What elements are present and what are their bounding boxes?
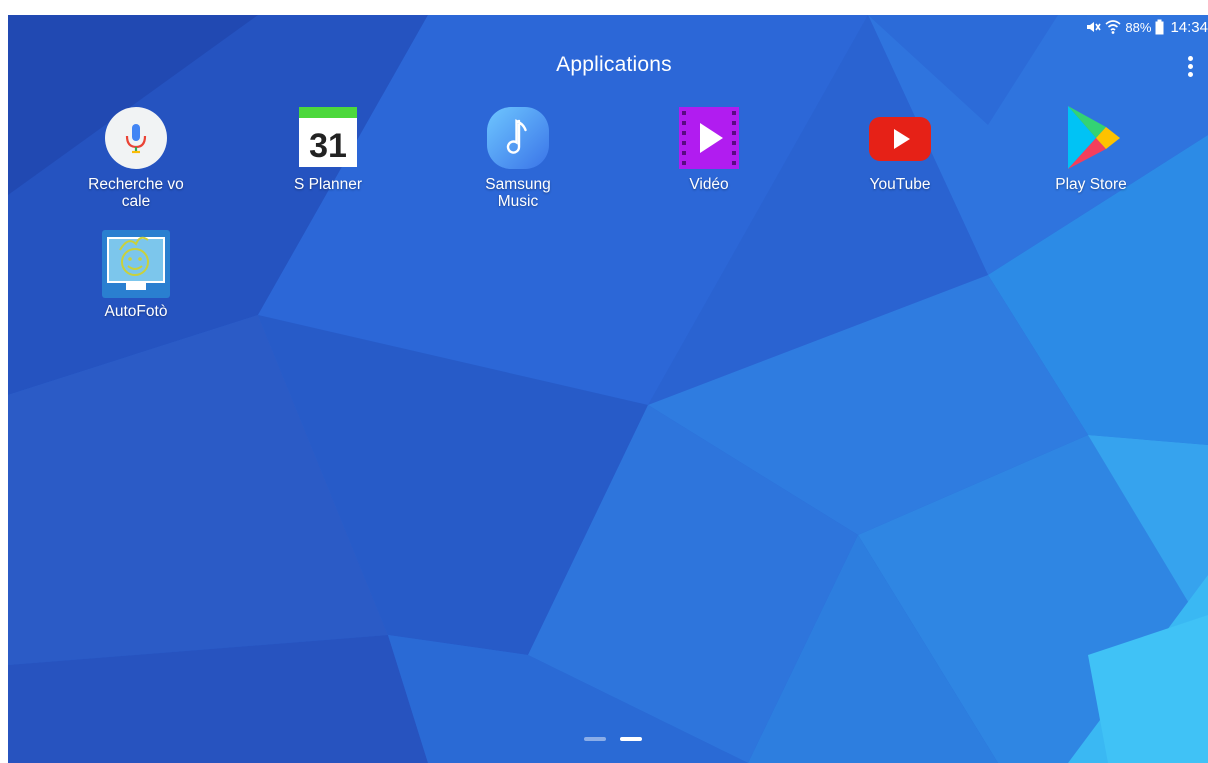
youtube-icon <box>867 105 933 171</box>
app-label: YouTube <box>869 176 931 193</box>
app-autofoto[interactable]: AutoFotò <box>71 230 201 320</box>
more-vertical-icon <box>1187 55 1193 61</box>
page-indicator <box>584 737 642 741</box>
music-note-icon <box>485 105 551 171</box>
more-vertical-icon-dot <box>1187 71 1193 77</box>
app-label: Vidéo <box>689 176 729 193</box>
app-label: Samsung Music <box>485 176 551 210</box>
app-samsung-music[interactable]: Samsung Music <box>453 105 583 210</box>
app-s-planner[interactable]: 31 S Planner <box>263 105 393 193</box>
app-label: Recherche vo cale <box>88 176 184 210</box>
home-screen: 88% 14:34 Applications Recherche vo cale <box>8 15 1208 763</box>
app-voice-search[interactable]: Recherche vo cale <box>71 105 201 210</box>
app-label: Play Store <box>1055 176 1127 193</box>
battery-icon <box>1155 19 1164 35</box>
calendar-icon: 31 <box>295 105 361 171</box>
microphone-icon <box>103 105 169 171</box>
app-label: S Planner <box>293 176 363 193</box>
page-title: Applications <box>556 53 672 76</box>
calendar-date: 31 <box>309 127 347 165</box>
mute-icon <box>1085 19 1102 35</box>
more-options-button[interactable] <box>1178 53 1202 79</box>
autofoto-icon <box>102 230 170 298</box>
battery-percent: 88% <box>1125 19 1152 35</box>
app-video[interactable]: Vidéo <box>644 105 774 193</box>
app-youtube[interactable]: YouTube <box>835 105 965 193</box>
wifi-icon <box>1105 19 1121 35</box>
app-play-store[interactable]: Play Store <box>1026 105 1156 193</box>
more-vertical-icon-dot <box>1187 63 1193 69</box>
page-indicator-dot-2[interactable] <box>620 737 642 741</box>
status-bar: 88% 14:34 <box>1085 15 1208 39</box>
clock: 14:34 <box>1170 18 1208 36</box>
video-play-icon <box>676 105 742 171</box>
page-indicator-dot-1[interactable] <box>584 737 606 741</box>
play-store-icon <box>1058 105 1124 171</box>
app-label: AutoFotò <box>104 303 168 320</box>
